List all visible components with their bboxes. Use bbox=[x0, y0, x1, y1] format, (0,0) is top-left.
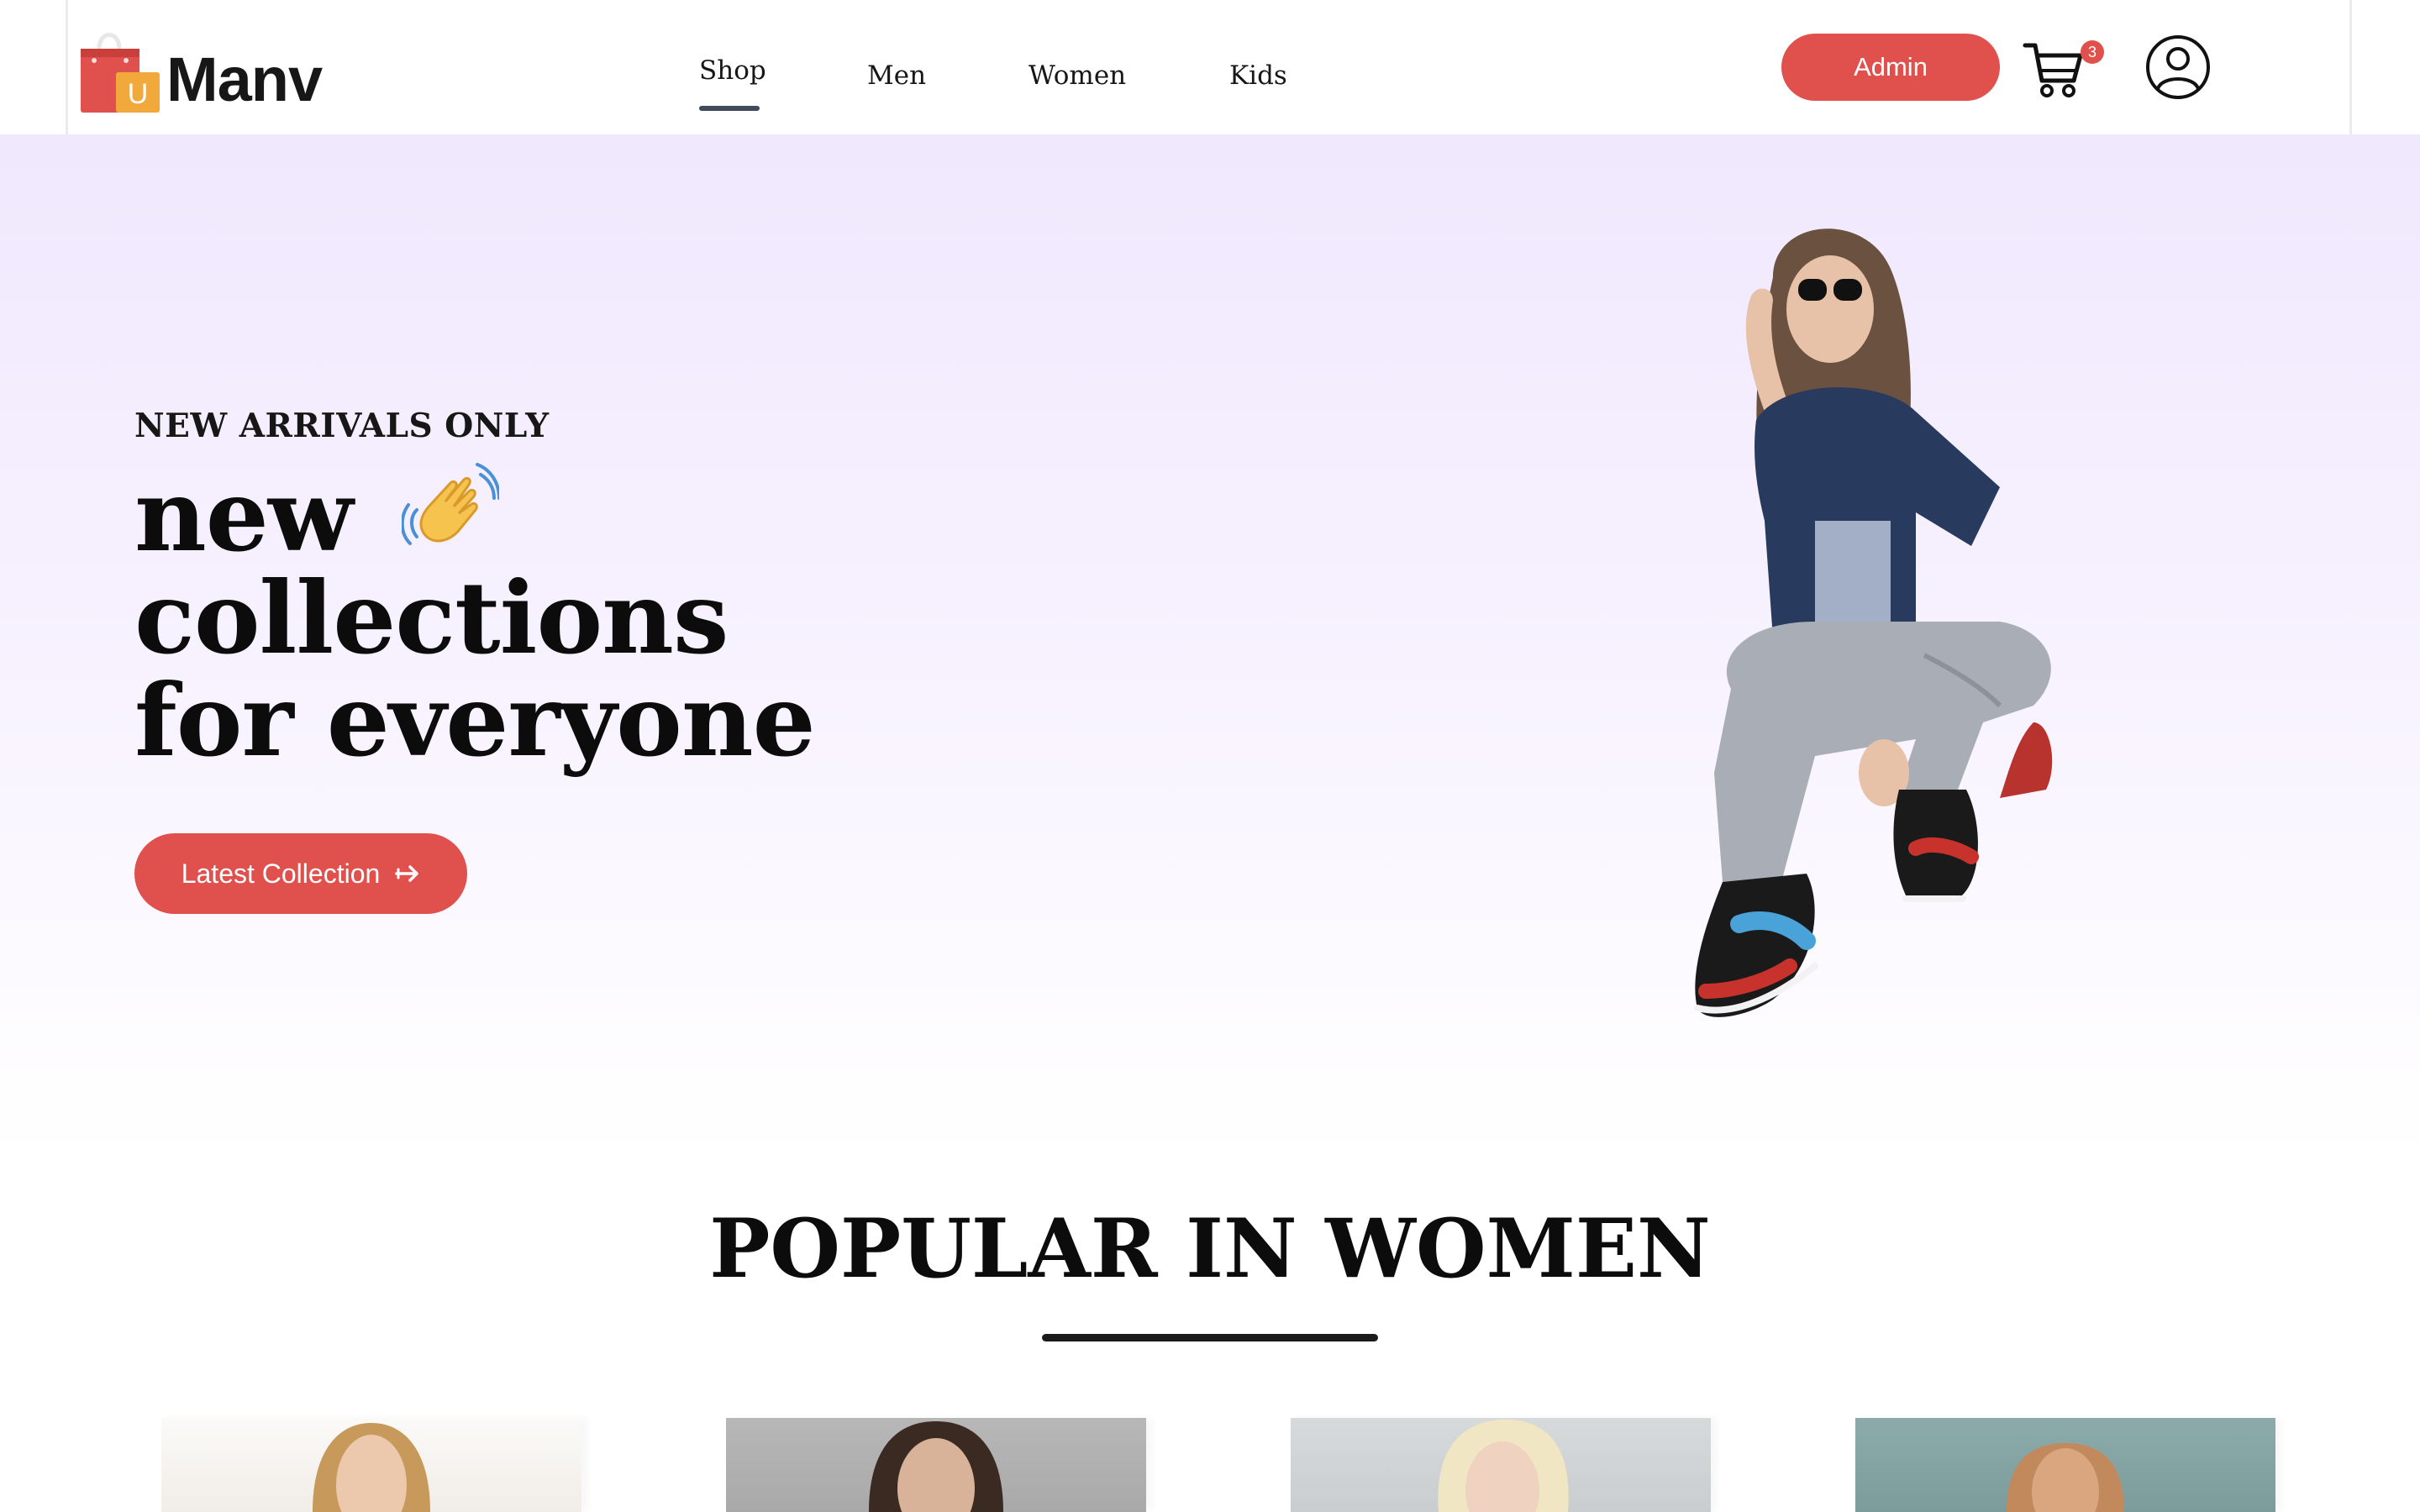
logo[interactable]: U Manv bbox=[76, 24, 323, 118]
popular-title-underline bbox=[1042, 1334, 1378, 1341]
navbar-right-border bbox=[2349, 0, 2352, 134]
nav-link-men[interactable]: Men bbox=[867, 60, 926, 91]
latest-collection-button[interactable]: Latest Collection bbox=[134, 833, 467, 914]
product-image-4 bbox=[2007, 1443, 2124, 1512]
user-account-button[interactable] bbox=[2144, 32, 2212, 102]
hero-title-line-3: for everyone bbox=[134, 662, 816, 779]
user-circle-icon bbox=[2146, 35, 2210, 99]
arrow-right-icon bbox=[395, 865, 419, 882]
brand-name: Manv bbox=[166, 44, 323, 114]
navbar-left-border bbox=[66, 0, 68, 134]
hero-title-line-2: collections bbox=[134, 559, 729, 676]
navbar: U Manv Shop Men Women Kids Admin 3 bbox=[0, 0, 2420, 134]
hero-title: new collections for everyone bbox=[134, 458, 816, 779]
cart-count-badge: 3 bbox=[2081, 40, 2104, 64]
nav-link-shop[interactable]: Shop bbox=[699, 55, 766, 86]
product-image-1 bbox=[313, 1423, 430, 1512]
admin-button[interactable]: Admin bbox=[1781, 34, 2000, 101]
shopping-bag-logo-icon: U bbox=[76, 24, 170, 118]
hero-section: NEW ARRIVALS ONLY new collections for ev… bbox=[0, 134, 2420, 1159]
product-card[interactable] bbox=[1291, 1418, 1711, 1512]
hero-title-word: new bbox=[134, 457, 353, 574]
hero-eyebrow: NEW ARRIVALS ONLY bbox=[134, 407, 550, 445]
cart-icon bbox=[2023, 43, 2083, 97]
nav-active-indicator bbox=[699, 106, 760, 111]
cart-button[interactable]: 3 bbox=[2022, 37, 2104, 101]
waving-hand-icon bbox=[400, 458, 501, 555]
nav-link-kids[interactable]: Kids bbox=[1229, 60, 1287, 91]
product-card[interactable] bbox=[726, 1418, 1146, 1512]
nav-link-women[interactable]: Women bbox=[1028, 60, 1126, 91]
hero-model-image bbox=[1563, 185, 2185, 1142]
popular-section-title: POPULAR IN WOMEN bbox=[709, 1201, 1711, 1296]
product-image-2 bbox=[869, 1421, 1003, 1512]
product-card[interactable] bbox=[1855, 1418, 2275, 1512]
latest-collection-label: Latest Collection bbox=[181, 858, 381, 889]
logo-letter: U bbox=[128, 78, 149, 110]
hero-title-line-1: new bbox=[134, 458, 815, 567]
product-card[interactable] bbox=[161, 1418, 581, 1512]
product-image-3 bbox=[1438, 1420, 1569, 1512]
